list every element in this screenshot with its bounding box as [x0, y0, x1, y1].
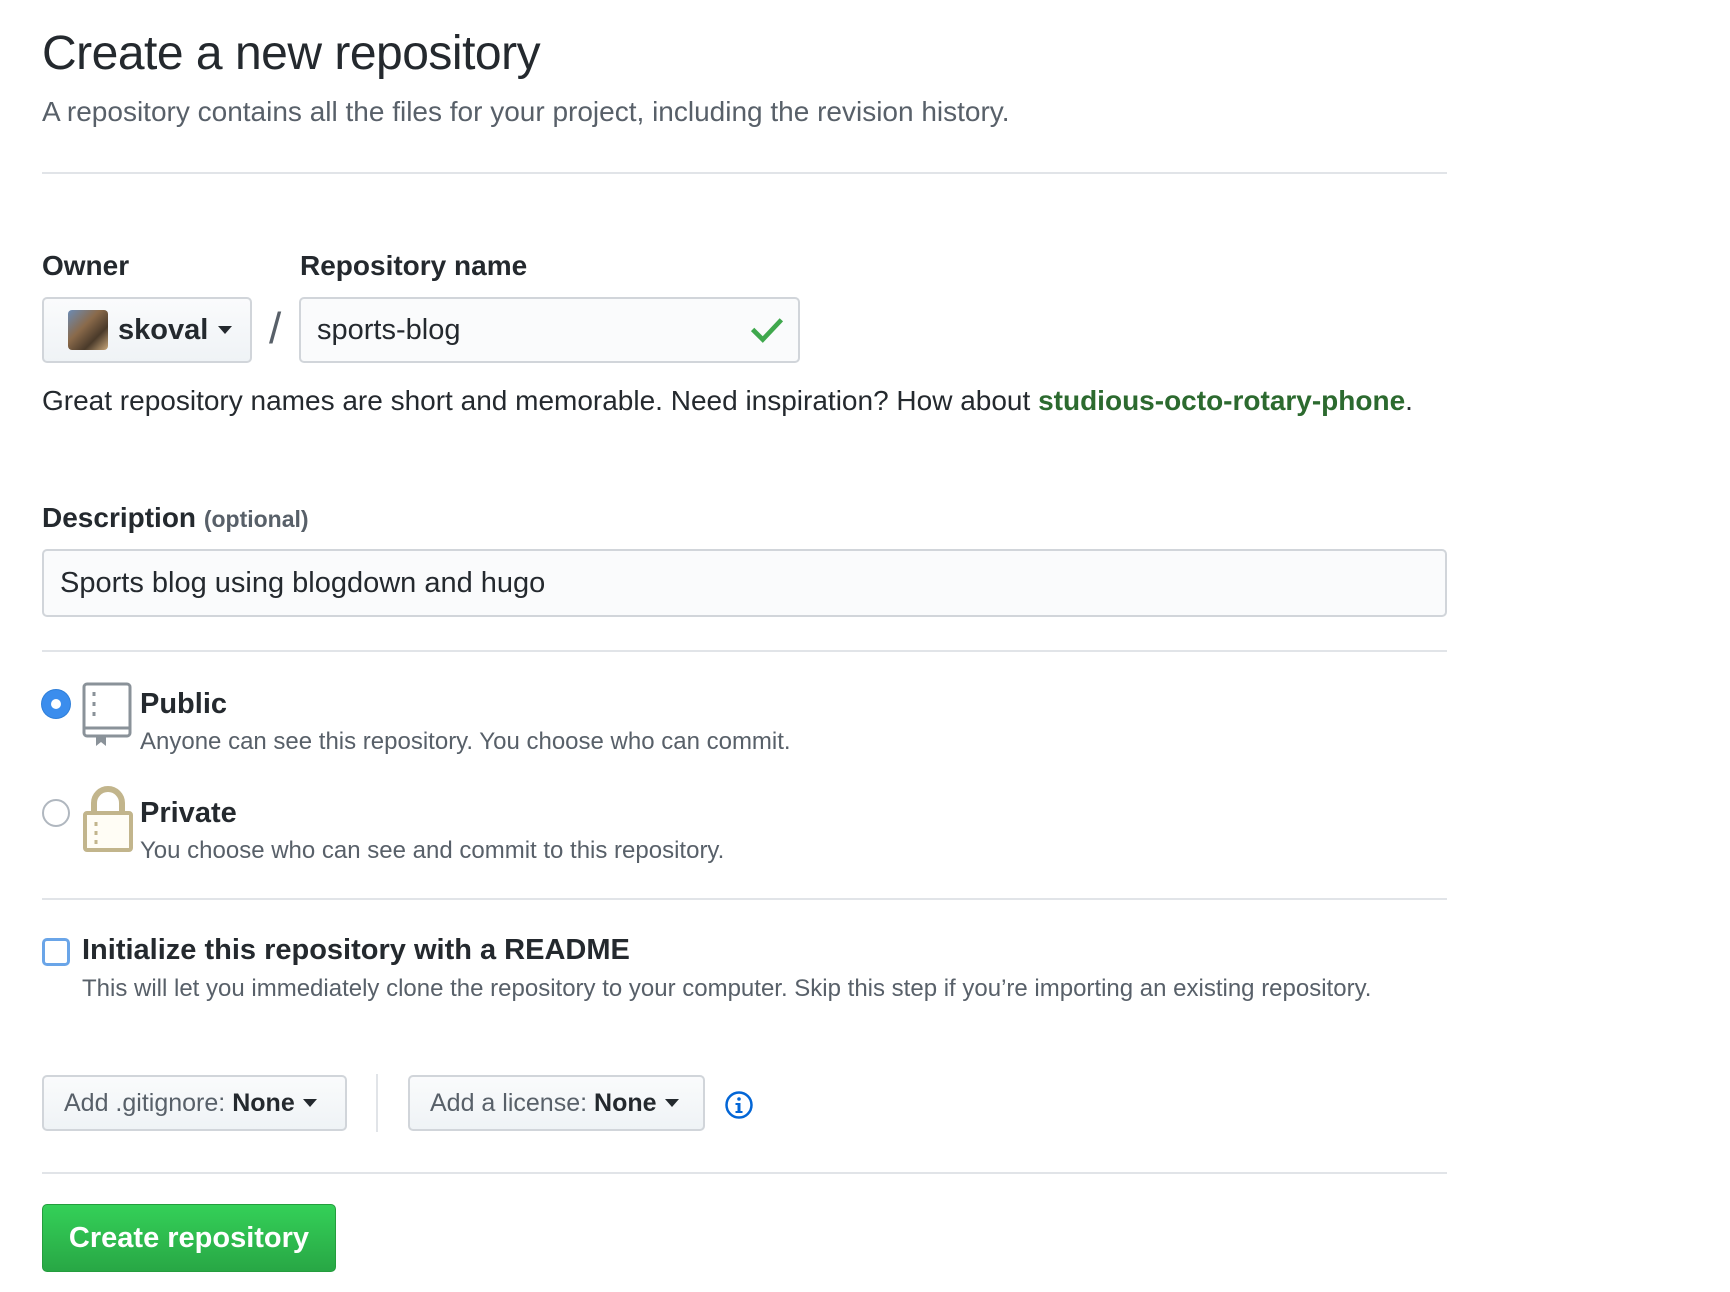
description-divider [42, 650, 1447, 652]
gitignore-value: None [232, 1088, 295, 1117]
select-separator [376, 1074, 378, 1132]
repo-name-label: Repository name [300, 250, 528, 281]
public-description: Anyone can see this repository. You choo… [140, 728, 791, 755]
hint-text: Great repository names are short and mem… [42, 385, 1039, 416]
private-description: You choose who can see and commit to thi… [140, 837, 725, 864]
owner-dropdown[interactable]: skoval [42, 297, 252, 363]
owner-name: skoval [118, 313, 209, 346]
visibility-divider [42, 898, 1447, 900]
create-repository-button[interactable]: Create repository [42, 1204, 336, 1272]
chevron-down-icon [302, 1099, 317, 1107]
readme-checkbox[interactable] [42, 938, 70, 966]
optional-note: (optional) [203, 506, 309, 532]
avatar [68, 310, 108, 350]
owner-repo-separator: / [269, 304, 282, 353]
header-divider [42, 172, 1447, 174]
public-radio[interactable] [42, 690, 70, 718]
chevron-down-icon [218, 326, 233, 334]
description-input[interactable]: Sports blog using blogdown and hugo [42, 549, 1447, 617]
owner-label: Owner [42, 250, 130, 281]
gitignore-label: Add .gitignore: [64, 1088, 226, 1117]
name-suggestion-link[interactable]: studious-octo-rotary-phone [1038, 385, 1405, 416]
options-divider [42, 1172, 1447, 1174]
lock-icon [83, 786, 133, 852]
check-icon [750, 318, 784, 343]
private-radio[interactable] [42, 799, 70, 827]
gitignore-dropdown[interactable]: Add .gitignore: None [42, 1075, 347, 1131]
public-title: Public [140, 688, 228, 720]
license-dropdown[interactable]: Add a license: None [408, 1075, 705, 1131]
page-subtitle: A repository contains all the files for … [42, 96, 1010, 127]
name-hint: Great repository names are short and mem… [42, 380, 1447, 422]
repo-name-value: sports-blog [317, 313, 461, 346]
license-value: None [594, 1088, 657, 1117]
private-title: Private [140, 797, 237, 829]
repo-name-input[interactable]: sports-blog [299, 297, 800, 363]
readme-title: Initialize this repository with a README [82, 934, 630, 966]
description-label-text: Description [42, 502, 197, 533]
hint-suffix: . [1405, 385, 1413, 416]
license-label: Add a license: [430, 1088, 588, 1117]
page-title: Create a new repository [42, 27, 541, 80]
repo-book-icon [82, 682, 132, 746]
readme-description: This will let you immediately clone the … [82, 975, 1372, 1002]
info-icon[interactable] [724, 1090, 754, 1120]
description-label: Description (optional) [42, 502, 309, 534]
chevron-down-icon [664, 1099, 679, 1107]
